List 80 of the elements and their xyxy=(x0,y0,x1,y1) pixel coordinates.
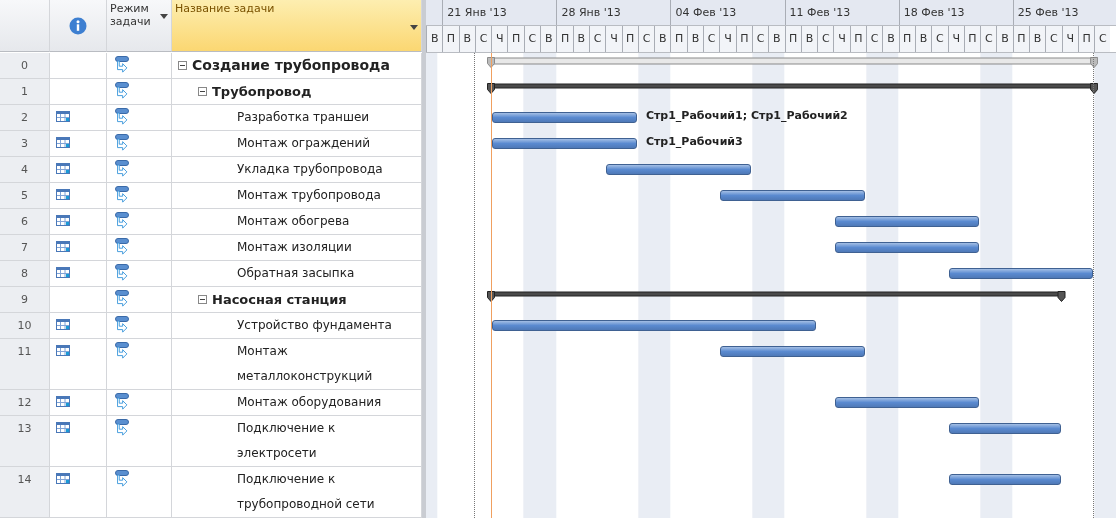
day-label: С xyxy=(1094,26,1111,52)
task-bar[interactable] xyxy=(606,164,751,175)
day-label: П xyxy=(442,26,459,52)
task-bar[interactable] xyxy=(492,320,817,331)
project-summary-bar[interactable] xyxy=(487,57,1099,68)
row-number: 2 xyxy=(21,111,28,124)
collapse-toggle[interactable] xyxy=(178,61,187,70)
task-bar[interactable] xyxy=(492,112,637,123)
week-label: 04 Фев '13 xyxy=(670,0,785,25)
day-label: П xyxy=(670,26,687,52)
row-number: 10 xyxy=(17,319,32,332)
row-number: 3 xyxy=(21,137,28,150)
task-name: Устройство фундамента xyxy=(237,317,392,334)
dropdown-arrow-icon xyxy=(160,14,168,19)
task-bar[interactable] xyxy=(720,190,866,201)
task-name: Укладка трубопровода xyxy=(237,161,383,178)
task-bar[interactable] xyxy=(948,474,1061,485)
week-label: 25 Фев '13 xyxy=(1012,0,1116,25)
info-icon xyxy=(69,16,87,35)
task-bar[interactable] xyxy=(834,216,980,227)
row-number: 7 xyxy=(21,241,28,254)
task-bar[interactable] xyxy=(948,268,1094,279)
day-label: С xyxy=(980,26,997,52)
collapse-toggle[interactable] xyxy=(198,87,207,96)
task-bar[interactable] xyxy=(720,346,866,357)
resource-label: Стр1_Рабочий1; Стр1_Рабочий2 xyxy=(645,109,848,122)
row-number: 8 xyxy=(21,267,28,280)
week-label: 28 Янв '13 xyxy=(556,0,671,25)
week-label: 21 Янв '13 xyxy=(442,0,557,25)
row-number: 12 xyxy=(17,396,32,409)
day-label: С xyxy=(866,26,883,52)
task-name: Монтаж обогрева xyxy=(237,213,350,230)
task-name: Разработка траншеи xyxy=(237,109,370,126)
task-name: Монтаж трубопровода xyxy=(237,187,381,204)
collapse-toggle[interactable] xyxy=(198,295,207,304)
row-number: 1 xyxy=(21,85,28,98)
day-label: Ч xyxy=(491,26,508,52)
day-label: В xyxy=(882,26,899,52)
dropdown-arrow-icon xyxy=(410,25,418,30)
row-number: 13 xyxy=(17,422,32,435)
task-name: Создание трубопровода xyxy=(192,56,390,75)
row-number: 14 xyxy=(17,473,32,486)
week-label: 11 Фев '13 xyxy=(784,0,899,25)
day-label: С xyxy=(817,26,834,52)
task-name: Монтаж ограждений xyxy=(237,135,371,152)
task-bar[interactable] xyxy=(948,423,1061,434)
row-number: 11 xyxy=(17,345,32,358)
day-label: В xyxy=(768,26,785,52)
row-number: 0 xyxy=(21,59,28,72)
day-label: Ч xyxy=(833,26,850,52)
day-label: П xyxy=(556,26,573,52)
day-label: В xyxy=(996,26,1013,52)
task-name: Монтаж изоляции xyxy=(237,239,352,256)
task-name: Насосная станция xyxy=(212,291,347,309)
task-name: Монтаж оборудования xyxy=(237,394,382,411)
day-label: С xyxy=(703,26,720,52)
day-label: П xyxy=(507,26,524,52)
task-name: Подключение к трубопроводной сети xyxy=(237,471,376,513)
row-number: 5 xyxy=(21,189,28,202)
row-number: 9 xyxy=(21,293,28,306)
resource-label: Стр1_Рабочий3 xyxy=(645,135,743,148)
summary-bar[interactable] xyxy=(487,83,1099,94)
task-name: Монтаж металлоконструкций xyxy=(237,343,374,385)
day-label: С xyxy=(931,26,948,52)
day-label: В xyxy=(540,26,557,52)
row-number: 6 xyxy=(21,215,28,228)
day-label: Ч xyxy=(719,26,736,52)
task-name: Трубопровод xyxy=(212,83,312,101)
task-name: Обратная засыпка xyxy=(237,265,355,282)
task-bar[interactable] xyxy=(834,242,980,253)
task-bar[interactable] xyxy=(834,397,980,408)
week-label: 18 Фев '13 xyxy=(898,0,1013,25)
day-label: Ч xyxy=(605,26,622,52)
day-label: В xyxy=(654,26,671,52)
task-name: Подключение к электросети xyxy=(237,420,337,462)
day-label: В xyxy=(426,26,443,52)
task-bar[interactable] xyxy=(492,138,637,149)
summary-bar[interactable] xyxy=(487,291,1066,302)
day-label: С xyxy=(1045,26,1062,52)
row-number: 4 xyxy=(21,163,28,176)
